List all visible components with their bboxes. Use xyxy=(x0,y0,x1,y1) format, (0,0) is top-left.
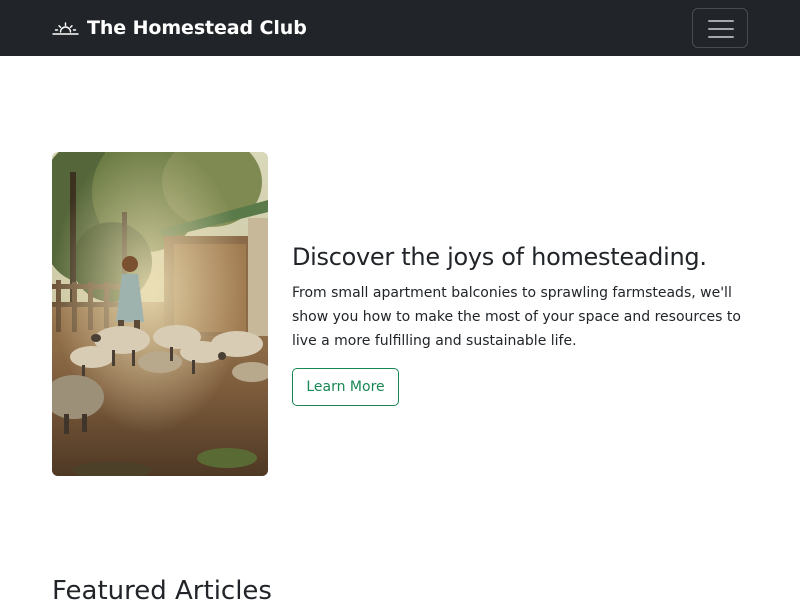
brand-name: The Homestead Club xyxy=(87,17,307,39)
hero-description: From small apartment balconies to sprawl… xyxy=(292,285,741,349)
hero-content: Discover the joys of homesteading. From … xyxy=(292,238,762,353)
homestead-photo xyxy=(52,152,268,476)
navbar-toggle-button[interactable] xyxy=(692,8,748,48)
learn-more-button[interactable]: Learn More xyxy=(292,368,399,406)
hero-image xyxy=(52,152,268,476)
hamburger-menu-icon xyxy=(708,20,734,38)
hero-title: Discover the joys of homesteading. xyxy=(292,243,707,271)
featured-articles-heading: Featured Articles xyxy=(52,576,272,606)
top-navbar: The Homestead Club xyxy=(0,0,800,56)
sunrise-icon xyxy=(52,22,79,35)
brand-link[interactable]: The Homestead Club xyxy=(52,0,307,56)
